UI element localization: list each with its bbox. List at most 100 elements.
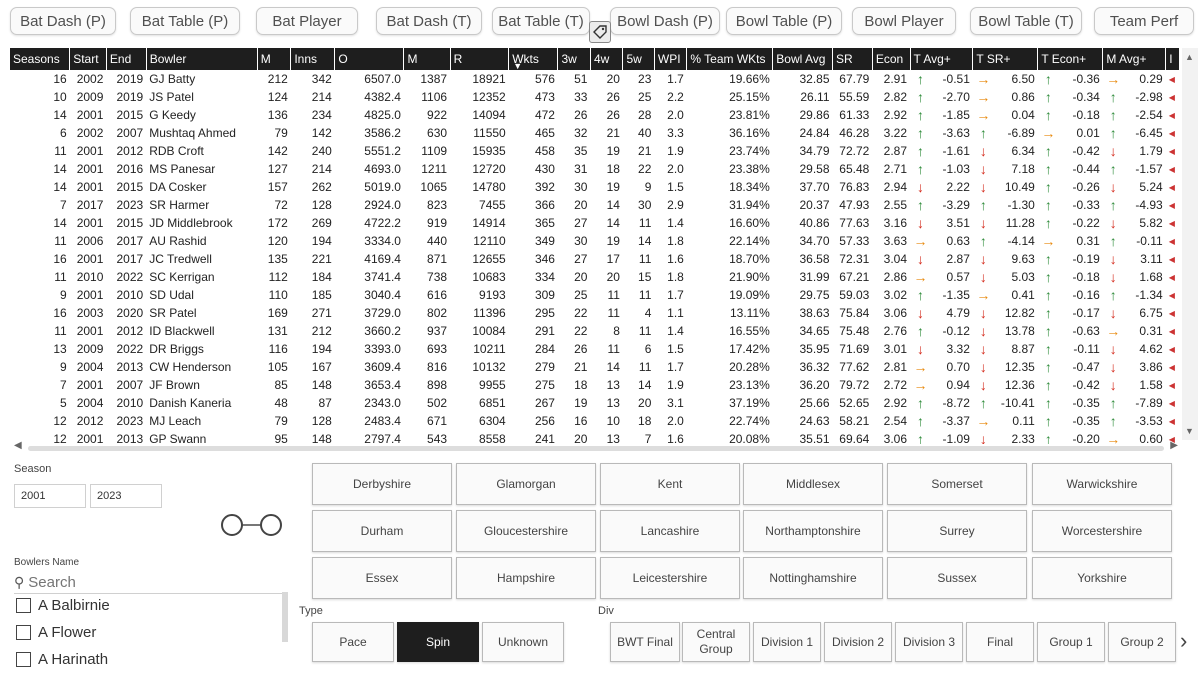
col-header-matches[interactable]: M bbox=[257, 48, 292, 70]
col-header-5w[interactable]: 5w bbox=[622, 48, 655, 70]
div-division-3-button[interactable]: Division 3 bbox=[895, 622, 963, 662]
col-header-team-wkts[interactable]: % Team WKts bbox=[686, 48, 774, 70]
col-header-i[interactable]: I bbox=[1165, 48, 1180, 70]
county-button-sussex[interactable]: Sussex bbox=[887, 557, 1027, 599]
county-button-lancashire[interactable]: Lancashire bbox=[600, 510, 740, 552]
div-group-2-button[interactable]: Group 2 bbox=[1108, 622, 1176, 662]
checkbox[interactable] bbox=[16, 651, 31, 667]
season-to-input[interactable]: 2023 bbox=[90, 484, 162, 508]
nav-bowl-table-p[interactable]: Bowl Table (P) bbox=[726, 7, 842, 35]
col-header-m-avg-plus[interactable]: M Avg+ bbox=[1102, 48, 1167, 70]
table-horizontal-scrollbar[interactable]: ◀ ▶ bbox=[10, 440, 1182, 454]
nav-bat-dash-t[interactable]: Bat Dash (T) bbox=[376, 7, 482, 35]
div-division-1-button[interactable]: Division 1 bbox=[753, 622, 821, 662]
div-group-1-button[interactable]: Group 1 bbox=[1037, 622, 1105, 662]
county-button-northamptonshire[interactable]: Northamptonshire bbox=[743, 510, 883, 552]
county-button-essex[interactable]: Essex bbox=[312, 557, 452, 599]
table-row[interactable]: 9 2004 2013 CW Henderson 105 167 3609.4 816 1013… bbox=[10, 358, 1180, 376]
nav-bat-dash-p[interactable]: Bat Dash (P) bbox=[10, 7, 116, 35]
col-header-t-avg-plus[interactable]: T Avg+ bbox=[910, 48, 974, 70]
county-button-nottinghamshire[interactable]: Nottinghamshire bbox=[743, 557, 883, 599]
scroll-left-icon[interactable]: ◀ bbox=[14, 440, 22, 451]
season-slider-end-handle[interactable] bbox=[260, 514, 282, 536]
col-header-sr[interactable]: SR bbox=[832, 48, 873, 70]
div-division-2-button[interactable]: Division 2 bbox=[824, 622, 892, 662]
chevron-right-icon[interactable]: › bbox=[1180, 628, 1187, 654]
table-row[interactable]: 16 2002 2019 GJ Batty 212 342 6507.0 1387 18921 5… bbox=[10, 70, 1180, 88]
type-pace-button[interactable]: Pace bbox=[312, 622, 394, 662]
table-row[interactable]: 11 2010 2022 SC Kerrigan 112 184 3741.4 738 1068… bbox=[10, 268, 1180, 286]
bowler-list-scrollbar[interactable] bbox=[282, 592, 288, 642]
col-header-start[interactable]: Start bbox=[69, 48, 107, 70]
horizontal-scroll-thumb[interactable] bbox=[28, 446, 1164, 451]
bowler-list-item[interactable]: A Harinath bbox=[16, 648, 108, 670]
col-header-econ[interactable]: Econ bbox=[872, 48, 911, 70]
table-row[interactable]: 11 2001 2012 RDB Croft 142 240 5551.2 1109 15935… bbox=[10, 142, 1180, 160]
nav-bat-table-t[interactable]: Bat Table (T) bbox=[492, 7, 590, 35]
nav-bowl-dash-p[interactable]: Bowl Dash (P) bbox=[610, 7, 720, 35]
col-header-end[interactable]: End bbox=[106, 48, 147, 70]
col-header-3w[interactable]: 3w bbox=[557, 48, 591, 70]
bowler-list-item[interactable]: A Flower bbox=[16, 621, 96, 643]
div-final-button[interactable]: Final bbox=[966, 622, 1034, 662]
scroll-up-icon[interactable]: ▲ bbox=[1185, 52, 1194, 62]
type-unknown-button[interactable]: Unknown bbox=[482, 622, 564, 662]
county-button-derbyshire[interactable]: Derbyshire bbox=[312, 463, 452, 505]
county-button-hampshire[interactable]: Hampshire bbox=[456, 557, 596, 599]
table-row[interactable]: 14 2001 2016 MS Panesar 127 214 4693.0 1211 1272… bbox=[10, 160, 1180, 178]
county-button-gloucestershire[interactable]: Gloucestershire bbox=[456, 510, 596, 552]
scroll-right-icon[interactable]: ▶ bbox=[1170, 440, 1178, 451]
bowler-search-input[interactable] bbox=[28, 574, 259, 591]
county-button-somerset[interactable]: Somerset bbox=[887, 463, 1027, 505]
col-header-wkts[interactable]: Wkts ▼ bbox=[508, 48, 559, 70]
table-row[interactable]: 6 2002 2007 Mushtaq Ahmed 79 142 3586.2 630 1155… bbox=[10, 124, 1180, 142]
tag-icon[interactable] bbox=[589, 21, 611, 43]
col-header-overs[interactable]: O bbox=[334, 48, 405, 70]
nav-bat-player[interactable]: Bat Player bbox=[256, 7, 358, 35]
nav-bat-table-p[interactable]: Bat Table (P) bbox=[130, 7, 240, 35]
div-central-group-button[interactable]: Central Group bbox=[682, 622, 750, 662]
nav-team-perf[interactable]: Team Perf bbox=[1094, 7, 1194, 35]
table-row[interactable]: 16 2003 2020 SR Patel 169 271 3729.0 802 11396 29… bbox=[10, 304, 1180, 322]
checkbox[interactable] bbox=[16, 597, 31, 613]
div-bwt-final-button[interactable]: BWT Final bbox=[610, 622, 680, 662]
table-row[interactable]: 14 2001 2015 JD Middlebrook 172 269 4722.2 919 1… bbox=[10, 214, 1180, 232]
table-row[interactable]: 14 2001 2015 DA Cosker 157 262 5019.0 1065 14780… bbox=[10, 178, 1180, 196]
table-row[interactable]: 10 2009 2019 JS Patel 124 214 4382.4 1106 12352 4… bbox=[10, 88, 1180, 106]
col-header-4w[interactable]: 4w bbox=[590, 48, 624, 70]
table-row[interactable]: 16 2001 2017 JC Tredwell 135 221 4169.4 871 1265… bbox=[10, 250, 1180, 268]
table-vertical-scrollbar[interactable]: ▲ ▼ bbox=[1182, 48, 1198, 440]
col-header-maidens[interactable]: M bbox=[403, 48, 451, 70]
col-header-inns[interactable]: Inns bbox=[290, 48, 336, 70]
type-spin-button[interactable]: Spin bbox=[397, 622, 479, 662]
season-from-input[interactable]: 2001 bbox=[14, 484, 86, 508]
nav-bowl-player[interactable]: Bowl Player bbox=[852, 7, 956, 35]
col-header-wpi[interactable]: WPI bbox=[654, 48, 688, 70]
county-button-middlesex[interactable]: Middlesex bbox=[743, 463, 883, 505]
checkbox[interactable] bbox=[16, 624, 31, 640]
county-button-glamorgan[interactable]: Glamorgan bbox=[456, 463, 596, 505]
col-header-t-econ-plus[interactable]: T Econ+ bbox=[1037, 48, 1104, 70]
table-row[interactable]: 12 2012 2023 MJ Leach 79 128 2483.4 671 6304 256 1… bbox=[10, 412, 1180, 430]
bowler-list-item[interactable]: A Balbirnie bbox=[16, 594, 110, 616]
county-button-leicestershire[interactable]: Leicestershire bbox=[600, 557, 740, 599]
table-row[interactable]: 7 2017 2023 SR Harmer 72 128 2924.0 823 7455 366 2… bbox=[10, 196, 1180, 214]
county-button-warwickshire[interactable]: Warwickshire bbox=[1032, 463, 1172, 505]
county-button-durham[interactable]: Durham bbox=[312, 510, 452, 552]
col-header-seasons[interactable]: Seasons bbox=[10, 48, 71, 70]
col-header-bowler[interactable]: Bowler bbox=[146, 48, 258, 70]
nav-bowl-table-t[interactable]: Bowl Table (T) bbox=[970, 7, 1082, 35]
county-button-kent[interactable]: Kent bbox=[600, 463, 740, 505]
col-header-t-sr-plus[interactable]: T SR+ bbox=[972, 48, 1039, 70]
season-slider-start-handle[interactable] bbox=[221, 514, 243, 536]
col-header-bowl-avg[interactable]: Bowl Avg bbox=[772, 48, 833, 70]
table-row[interactable]: 5 2004 2010 Danish Kaneria 48 87 2343.0 502 6851… bbox=[10, 394, 1180, 412]
col-header-runs[interactable]: R bbox=[450, 48, 510, 70]
table-row[interactable]: 11 2006 2017 AU Rashid 120 194 3334.0 440 12110 3… bbox=[10, 232, 1180, 250]
table-row[interactable]: 7 2001 2007 JF Brown 85 148 3653.4 898 9955 275 18… bbox=[10, 376, 1180, 394]
table-row[interactable]: 11 2001 2012 ID Blackwell 131 212 3660.2 937 100… bbox=[10, 322, 1180, 340]
scroll-down-icon[interactable]: ▼ bbox=[1185, 426, 1194, 436]
county-button-worcestershire[interactable]: Worcestershire bbox=[1032, 510, 1172, 552]
county-button-yorkshire[interactable]: Yorkshire bbox=[1032, 557, 1172, 599]
table-row[interactable]: 13 2009 2022 DR Briggs 116 194 3393.0 693 10211 2… bbox=[10, 340, 1180, 358]
